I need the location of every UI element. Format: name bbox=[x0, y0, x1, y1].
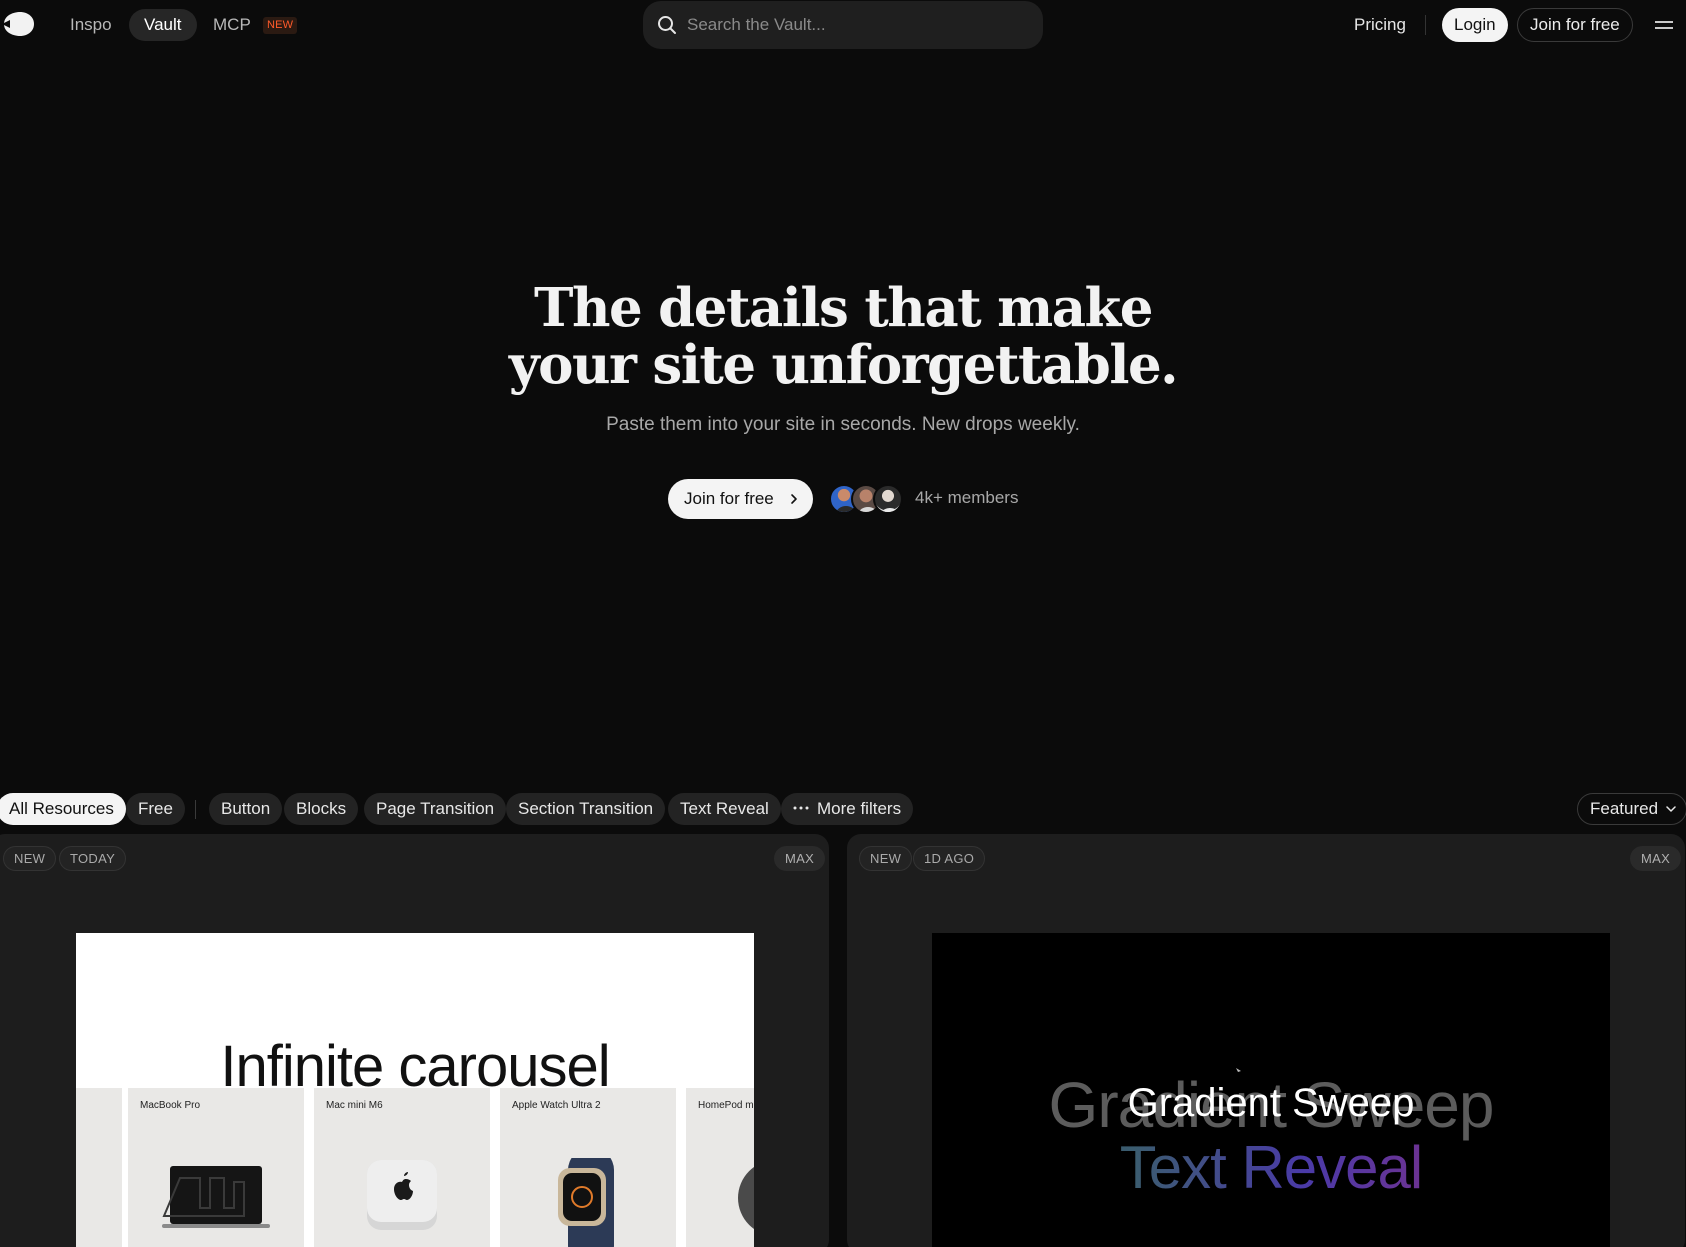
top-nav: Inspo Vault MCP NEW Pricing Login Join f… bbox=[0, 0, 1686, 50]
filter-divider bbox=[195, 800, 196, 819]
tag-date: 1D AGO bbox=[913, 846, 986, 871]
tier-badge: MAX bbox=[774, 846, 826, 871]
nav-vault[interactable]: Vault bbox=[129, 9, 197, 41]
logo-icon[interactable] bbox=[2, 12, 34, 36]
avatar bbox=[873, 484, 903, 514]
members-count: 4k+ members bbox=[915, 488, 1019, 507]
chevron-right-icon bbox=[791, 494, 797, 504]
preview-text-front: Gradient Sweep bbox=[1127, 1081, 1415, 1125]
filter-page-transition[interactable]: Page Transition bbox=[364, 793, 507, 825]
more-dots-icon bbox=[793, 806, 809, 810]
cursor-icon bbox=[1236, 1068, 1241, 1072]
tag-date: TODAY bbox=[59, 846, 127, 871]
hero-join-button[interactable]: Join for free bbox=[668, 479, 813, 519]
product-label: MacBook Pro bbox=[140, 1100, 201, 1111]
carousel-item: HomePod mini bbox=[686, 1088, 754, 1247]
filter-free[interactable]: Free bbox=[126, 793, 185, 825]
search-icon bbox=[658, 16, 676, 34]
search-input[interactable] bbox=[687, 1, 1027, 49]
login-button[interactable]: Login bbox=[1442, 8, 1508, 42]
filter-all-resources[interactable]: All Resources bbox=[0, 793, 126, 825]
hero-join-label: Join for free bbox=[684, 489, 774, 508]
more-filters-button[interactable]: More filters bbox=[781, 793, 914, 825]
nav-inspo[interactable]: Inspo bbox=[55, 9, 127, 41]
mcp-new-badge: NEW bbox=[263, 17, 298, 34]
filter-section-transition[interactable]: Section Transition bbox=[506, 793, 666, 825]
filter-text-reveal[interactable]: Text Reveal bbox=[668, 793, 781, 825]
tier-badge: MAX bbox=[1630, 846, 1682, 871]
product-label: Mac mini M6 bbox=[326, 1100, 383, 1111]
join-button-top[interactable]: Join for free bbox=[1517, 8, 1633, 42]
nav-divider bbox=[1425, 15, 1426, 35]
mac-mini-icon bbox=[367, 1160, 437, 1230]
filter-bar: All Resources Free Button Blocks Page Tr… bbox=[0, 793, 1686, 825]
hero-title: The details that make your site unforget… bbox=[443, 280, 1243, 394]
carousel-strip: MacBook Pro Mac mini M6 Apple Watch Ultr… bbox=[76, 1088, 754, 1247]
carousel-item bbox=[76, 1088, 122, 1247]
hero-title-line1: The details that make bbox=[534, 277, 1153, 339]
carousel-item: Apple Watch Ultra 2 bbox=[500, 1088, 676, 1247]
sort-label: Featured bbox=[1590, 799, 1659, 818]
more-filters-label: More filters bbox=[817, 799, 902, 818]
card-preview: Infinite carousel MacBook Pro Mac mini M… bbox=[76, 933, 754, 1247]
filter-blocks[interactable]: Blocks bbox=[284, 793, 359, 825]
carousel-item: MacBook Pro bbox=[128, 1088, 304, 1247]
nav-mcp[interactable]: MCP bbox=[198, 9, 265, 41]
preview-text-reveal: Text Reveal bbox=[932, 1138, 1610, 1198]
hero-subtitle: Paste them into your site in seconds. Ne… bbox=[606, 414, 1080, 435]
laptop-icon bbox=[162, 1166, 270, 1228]
watch-icon bbox=[558, 1158, 614, 1247]
hero-title-line2: your site unforgettable. bbox=[508, 334, 1179, 396]
menu-icon[interactable] bbox=[1654, 17, 1674, 33]
search-bar[interactable] bbox=[643, 1, 1043, 49]
product-label: HomePod mini bbox=[698, 1100, 754, 1111]
tag-new: NEW bbox=[3, 846, 57, 871]
carousel-item: Mac mini M6 bbox=[314, 1088, 490, 1247]
resource-card-infinite-carousel[interactable]: NEW TODAY MAX Infinite carousel MacBook … bbox=[0, 834, 829, 1247]
filter-button[interactable]: Button bbox=[209, 793, 283, 825]
homepod-icon bbox=[738, 1167, 754, 1229]
chevron-down-icon bbox=[1666, 806, 1676, 812]
sort-dropdown[interactable]: Featured bbox=[1577, 793, 1686, 825]
tag-new: NEW bbox=[859, 846, 913, 871]
resource-card-gradient-sweep[interactable]: NEW 1D AGO MAX Gradient Sweep Gradient S… bbox=[847, 834, 1685, 1247]
product-label: Apple Watch Ultra 2 bbox=[512, 1100, 601, 1111]
member-avatars bbox=[829, 484, 905, 514]
nav-pricing[interactable]: Pricing bbox=[1340, 9, 1420, 41]
card-preview: Gradient Sweep Gradient Sweep Text Revea… bbox=[932, 933, 1610, 1247]
